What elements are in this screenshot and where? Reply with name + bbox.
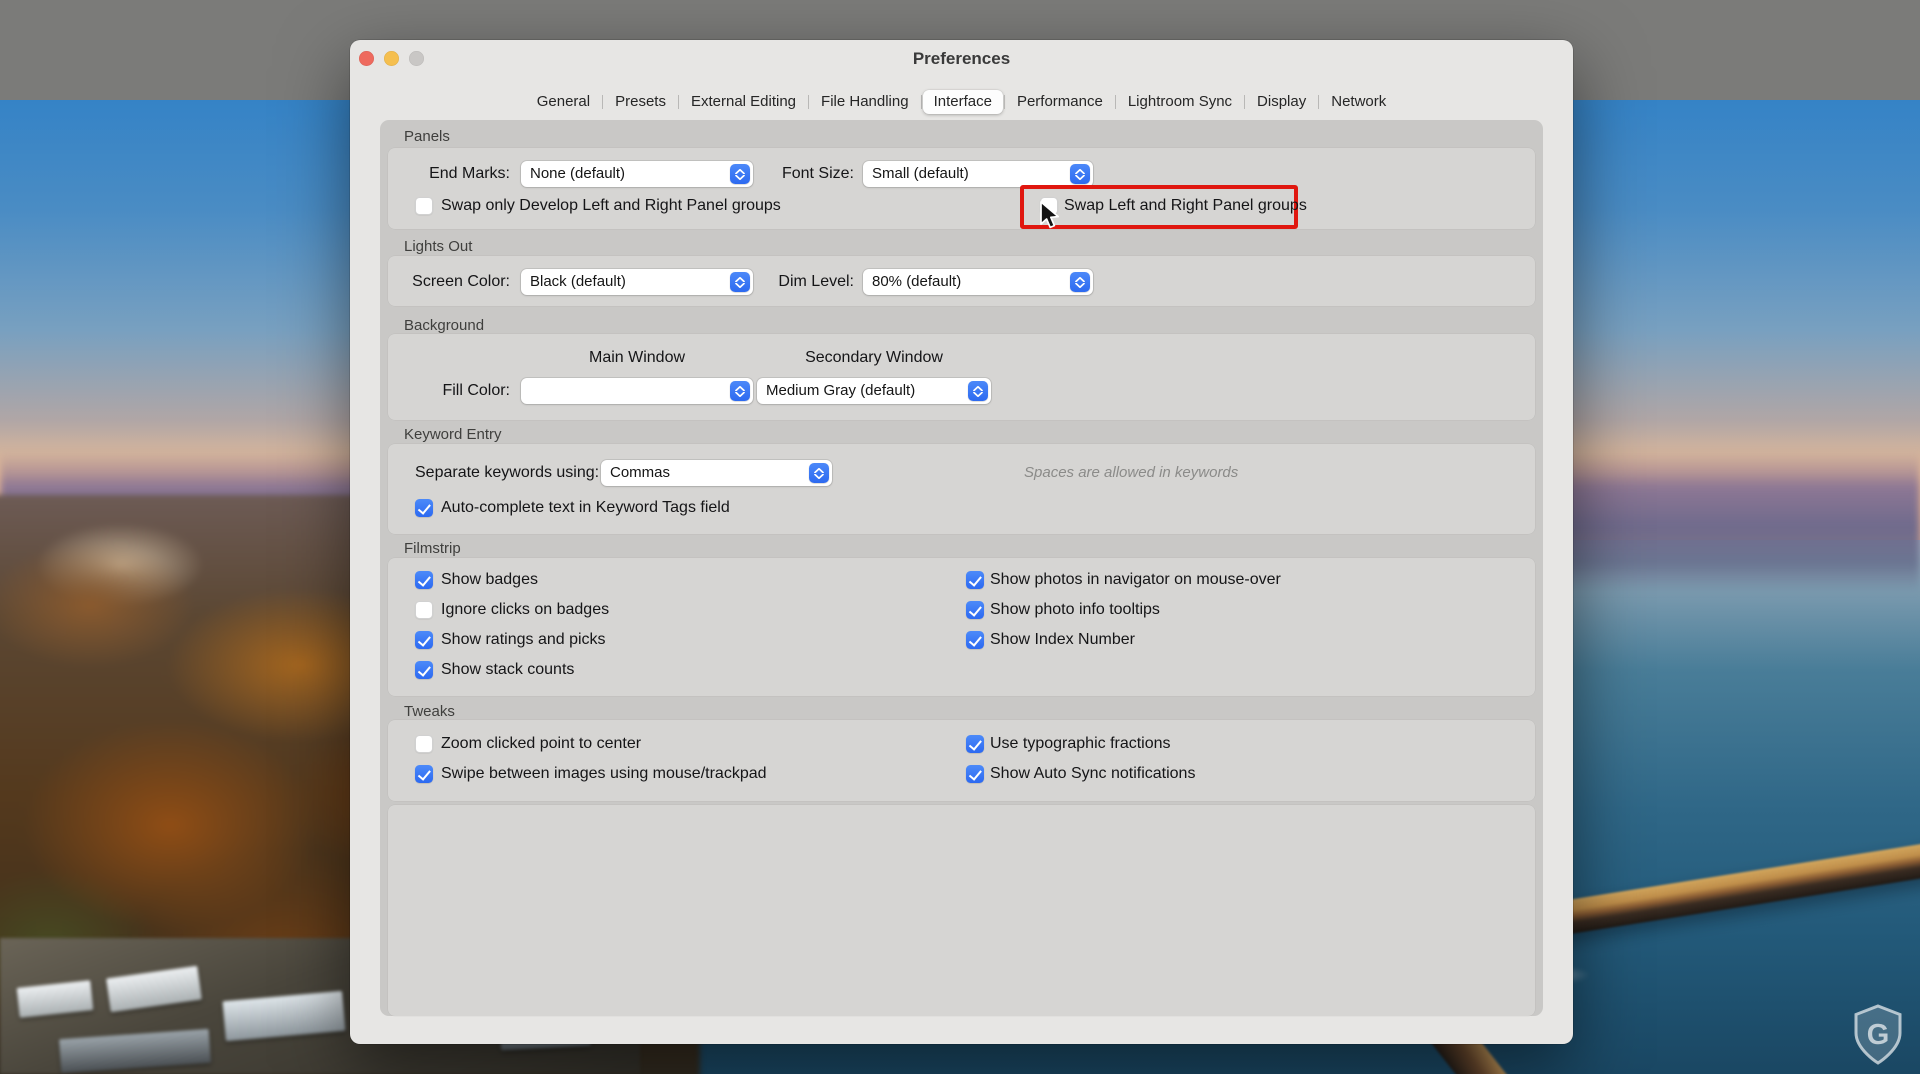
watermark-letter: G bbox=[1867, 1019, 1890, 1051]
keywords-spaces-note: Spaces are allowed in keywords bbox=[1024, 462, 1238, 484]
swipe-between-images-label: Swipe between images using mouse/trackpa… bbox=[441, 763, 767, 785]
tab-divider bbox=[921, 95, 922, 109]
screen-color-value: Black (default) bbox=[530, 273, 626, 290]
font-size-value: Small (default) bbox=[872, 165, 969, 182]
dim-level-select[interactable]: 80% (default) bbox=[863, 269, 1093, 295]
section-label-panels: Panels bbox=[404, 126, 450, 148]
dim-level-label: Dim Level: bbox=[734, 271, 854, 293]
fill-color-main-select[interactable] bbox=[521, 378, 753, 404]
lights-out-group: Screen Color: Black (default) Dim Level:… bbox=[388, 256, 1535, 306]
separate-keywords-select[interactable]: Commas bbox=[601, 460, 832, 486]
stepper-icon bbox=[1070, 164, 1090, 184]
end-marks-value: None (default) bbox=[530, 165, 625, 182]
end-marks-select[interactable]: None (default) bbox=[521, 161, 753, 187]
panels-group: End Marks: None (default) Font Size: Sma… bbox=[388, 148, 1535, 229]
mouse-cursor bbox=[1036, 200, 1062, 235]
show-ratings-picks-checkbox[interactable] bbox=[415, 631, 433, 649]
stepper-icon bbox=[968, 381, 988, 401]
auto-sync-notifications-label: Show Auto Sync notifications bbox=[990, 763, 1195, 785]
stepper-icon bbox=[809, 463, 829, 483]
section-label-lights-out: Lights Out bbox=[404, 236, 472, 258]
interface-tab-content: Panels End Marks: None (default) Font Si… bbox=[380, 120, 1543, 1016]
show-photo-tooltips-checkbox[interactable] bbox=[966, 601, 984, 619]
background-group: Main Window Secondary Window Fill Color:… bbox=[388, 334, 1535, 420]
zoom-clicked-point-label: Zoom clicked point to center bbox=[441, 733, 641, 755]
show-ratings-picks-label: Show ratings and picks bbox=[441, 629, 606, 651]
auto-sync-notifications-checkbox[interactable] bbox=[966, 765, 984, 783]
separate-keywords-value: Commas bbox=[610, 464, 670, 481]
show-badges-checkbox[interactable] bbox=[415, 571, 433, 589]
tab-lightroom-sync[interactable]: Lightroom Sync bbox=[1117, 90, 1243, 114]
keyword-entry-group: Separate keywords using: Commas Spaces a… bbox=[388, 444, 1535, 534]
typographic-fractions-label: Use typographic fractions bbox=[990, 733, 1171, 755]
screen-color-select[interactable]: Black (default) bbox=[521, 269, 753, 295]
tab-file-handling[interactable]: File Handling bbox=[810, 90, 920, 114]
tab-divider bbox=[678, 95, 679, 109]
preferences-window: Preferences General Presets External Edi… bbox=[350, 40, 1573, 1044]
fill-color-secondary-value: Medium Gray (default) bbox=[766, 382, 915, 399]
secondary-window-header: Secondary Window bbox=[757, 347, 991, 369]
tab-divider bbox=[602, 95, 603, 109]
autocomplete-keyword-checkbox[interactable] bbox=[415, 499, 433, 517]
zoom-clicked-point-checkbox[interactable] bbox=[415, 735, 433, 753]
screen-color-label: Screen Color: bbox=[396, 271, 510, 293]
swap-develop-panels-label: Swap only Develop Left and Right Panel g… bbox=[441, 195, 781, 217]
fill-color-label: Fill Color: bbox=[408, 380, 510, 402]
tab-display[interactable]: Display bbox=[1246, 90, 1317, 114]
tweaks-group: Zoom clicked point to center Swipe betwe… bbox=[388, 720, 1535, 801]
tab-divider bbox=[1004, 95, 1005, 109]
stepper-icon bbox=[730, 381, 750, 401]
preferences-tab-bar: General Presets External Editing File Ha… bbox=[350, 90, 1573, 114]
fill-color-secondary-select[interactable]: Medium Gray (default) bbox=[757, 378, 991, 404]
swap-panel-groups-label: Swap Left and Right Panel groups bbox=[1064, 195, 1307, 217]
tab-interface[interactable]: Interface bbox=[923, 90, 1003, 114]
stepper-icon bbox=[1070, 272, 1090, 292]
show-badges-label: Show badges bbox=[441, 569, 538, 591]
show-photos-navigator-checkbox[interactable] bbox=[966, 571, 984, 589]
shield-watermark-icon: G bbox=[1853, 1004, 1903, 1071]
tab-divider bbox=[808, 95, 809, 109]
font-size-select[interactable]: Small (default) bbox=[863, 161, 1093, 187]
desktop: G Preferences General Presets External E… bbox=[0, 0, 1920, 1074]
show-stack-counts-checkbox[interactable] bbox=[415, 661, 433, 679]
tab-divider bbox=[1115, 95, 1116, 109]
show-photo-tooltips-label: Show photo info tooltips bbox=[990, 599, 1160, 621]
tab-performance[interactable]: Performance bbox=[1006, 90, 1114, 114]
filmstrip-group: Show badges Ignore clicks on badges Show… bbox=[388, 558, 1535, 696]
autocomplete-keyword-label: Auto-complete text in Keyword Tags field bbox=[441, 497, 730, 519]
swipe-between-images-checkbox[interactable] bbox=[415, 765, 433, 783]
separate-keywords-label: Separate keywords using: bbox=[415, 462, 599, 484]
typographic-fractions-checkbox[interactable] bbox=[966, 735, 984, 753]
empty-bottom-panel bbox=[388, 805, 1535, 1016]
section-label-keyword-entry: Keyword Entry bbox=[404, 424, 502, 446]
ignore-clicks-badges-label: Ignore clicks on badges bbox=[441, 599, 609, 621]
tab-divider bbox=[1318, 95, 1319, 109]
show-index-number-label: Show Index Number bbox=[990, 629, 1135, 651]
tab-presets[interactable]: Presets bbox=[604, 90, 677, 114]
tab-divider bbox=[1244, 95, 1245, 109]
swap-develop-panels-checkbox[interactable] bbox=[415, 197, 433, 215]
tab-network[interactable]: Network bbox=[1320, 90, 1397, 114]
window-title: Preferences bbox=[350, 48, 1573, 70]
section-label-filmstrip: Filmstrip bbox=[404, 538, 461, 560]
show-stack-counts-label: Show stack counts bbox=[441, 659, 574, 681]
show-index-number-checkbox[interactable] bbox=[966, 631, 984, 649]
show-photos-navigator-label: Show photos in navigator on mouse-over bbox=[990, 569, 1281, 591]
ignore-clicks-badges-checkbox[interactable] bbox=[415, 601, 433, 619]
tab-external-editing[interactable]: External Editing bbox=[680, 90, 807, 114]
end-marks-label: End Marks: bbox=[408, 163, 510, 185]
main-window-header: Main Window bbox=[521, 347, 753, 369]
tab-general[interactable]: General bbox=[526, 90, 601, 114]
dim-level-value: 80% (default) bbox=[872, 273, 961, 290]
font-size-label: Font Size: bbox=[734, 163, 854, 185]
